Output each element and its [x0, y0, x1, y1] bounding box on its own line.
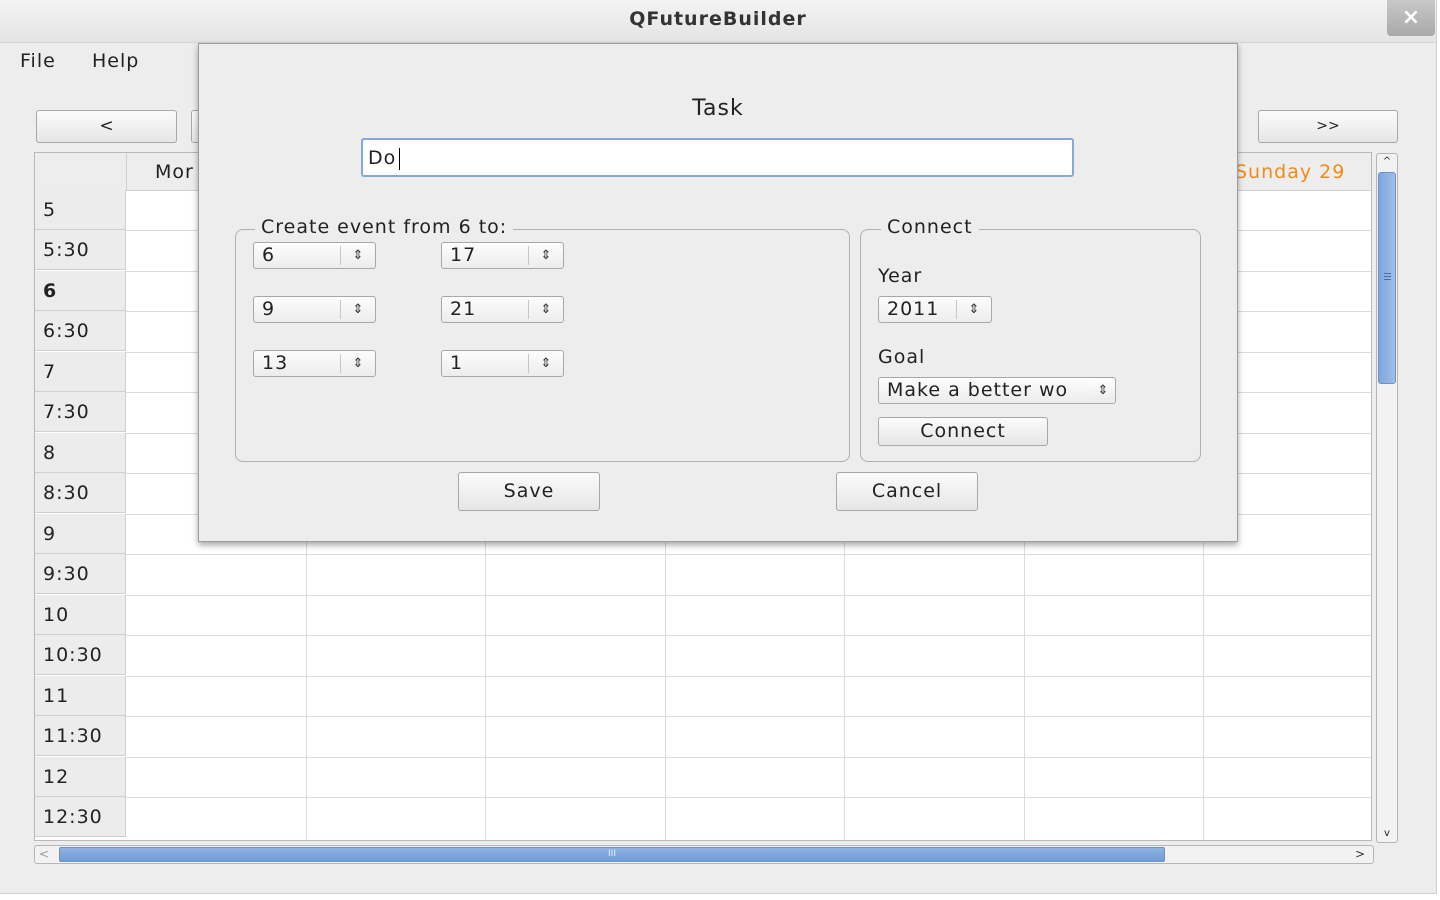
row-divider — [126, 676, 1371, 677]
end-hour-spinbox-2[interactable]: 21 ⇕ — [441, 296, 564, 323]
time-label: 8 — [35, 433, 126, 473]
spin-arrows-icon[interactable]: ⇕ — [340, 246, 375, 265]
row-divider — [126, 595, 1371, 596]
text-cursor — [399, 148, 400, 170]
year-spinbox[interactable]: 2011 ⇕ — [878, 296, 992, 323]
time-label: 5 — [35, 190, 126, 230]
row-divider — [126, 797, 1371, 798]
time-label: 9 — [35, 514, 126, 554]
time-label: 12:30 — [35, 797, 126, 837]
time-label: 5:30 — [35, 230, 126, 270]
connect-button[interactable]: Connect — [878, 417, 1048, 446]
row-divider — [126, 554, 1371, 555]
time-label: 10:30 — [35, 635, 126, 675]
close-window-button[interactable]: × — [1387, 0, 1435, 36]
goal-label: Goal — [878, 346, 926, 368]
task-label: Task — [692, 96, 744, 121]
end-hour-spinbox-1[interactable]: 17 ⇕ — [441, 242, 564, 269]
vertical-scrollbar[interactable]: ^ v — [1376, 153, 1398, 843]
next-week-button[interactable]: >> — [1258, 110, 1398, 143]
event-group-title: Create event from 6 to: — [255, 216, 514, 238]
menu-help[interactable]: Help — [92, 50, 139, 72]
time-label: 12 — [35, 757, 126, 797]
start-hour-spinbox-3[interactable]: 13 ⇕ — [253, 350, 376, 377]
scroll-left-icon[interactable]: < — [39, 846, 49, 863]
menu-file[interactable]: File — [20, 50, 56, 72]
spin-arrows-icon[interactable]: ⇕ — [528, 354, 563, 373]
row-divider — [126, 716, 1371, 717]
year-label: Year — [878, 265, 923, 287]
horizontal-scrollbar[interactable]: < III > — [34, 845, 1374, 864]
scroll-down-icon[interactable]: v — [1380, 828, 1394, 840]
start-hour-spinbox-1[interactable]: 6 ⇕ — [253, 242, 376, 269]
spin-arrows-icon[interactable]: ⇕ — [340, 300, 375, 319]
horizontal-scroll-thumb[interactable]: III — [59, 847, 1165, 862]
chevron-updown-icon[interactable]: ⇕ — [1091, 381, 1115, 400]
task-dialog: Task Do Create event from 6 to: 6 ⇕ 9 ⇕ … — [198, 43, 1238, 542]
prev-week-button[interactable]: < — [36, 110, 177, 143]
time-label: 8:30 — [35, 473, 126, 513]
time-label: 9:30 — [35, 554, 126, 594]
time-label: 7 — [35, 352, 126, 392]
connect-group-title: Connect — [881, 216, 979, 238]
time-label: 10 — [35, 595, 126, 635]
column-header-sunday: Sunday 29 — [1235, 161, 1346, 183]
time-label: 6 — [35, 271, 126, 311]
vertical-scroll-thumb[interactable] — [1378, 172, 1396, 384]
task-input[interactable]: Do — [361, 138, 1074, 177]
time-label: 11 — [35, 676, 126, 716]
goal-combobox[interactable]: Make a better wo ⇕ — [878, 377, 1116, 404]
end-hour-spinbox-3[interactable]: 1 ⇕ — [441, 350, 564, 377]
row-divider — [126, 757, 1371, 758]
save-button[interactable]: Save — [458, 472, 600, 511]
cancel-button[interactable]: Cancel — [836, 472, 978, 511]
column-header-monday: Mor — [155, 161, 194, 183]
header-divider — [126, 153, 127, 190]
window-title: QFutureBuilder — [629, 8, 807, 30]
spin-arrows-icon[interactable]: ⇕ — [956, 300, 991, 319]
scroll-up-icon[interactable]: ^ — [1380, 156, 1394, 168]
row-divider — [126, 635, 1371, 636]
spin-arrows-icon[interactable]: ⇕ — [528, 246, 563, 265]
time-label: 6:30 — [35, 311, 126, 351]
time-label: 11:30 — [35, 716, 126, 756]
task-input-value: Do — [368, 147, 397, 169]
time-label: 7:30 — [35, 392, 126, 432]
title-bar: QFutureBuilder — [0, 0, 1436, 43]
spin-arrows-icon[interactable]: ⇕ — [528, 300, 563, 319]
spin-arrows-icon[interactable]: ⇕ — [340, 354, 375, 373]
scroll-right-icon[interactable]: > — [1355, 846, 1373, 863]
start-hour-spinbox-2[interactable]: 9 ⇕ — [253, 296, 376, 323]
